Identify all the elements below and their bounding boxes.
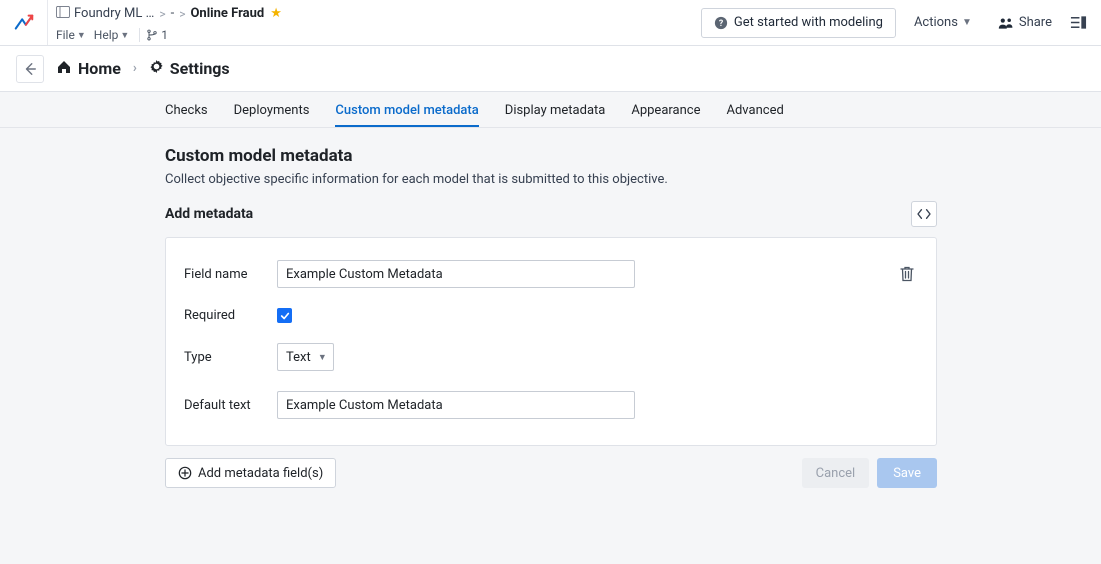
workspace-icon <box>56 6 70 22</box>
tab-checks[interactable]: Checks <box>165 103 208 127</box>
menu-file-label: File <box>56 28 75 42</box>
trash-icon <box>900 266 914 282</box>
home-icon <box>56 59 72 79</box>
add-metadata-title: Add metadata <box>165 206 253 222</box>
save-button[interactable]: Save <box>877 458 937 488</box>
tab-advanced[interactable]: Advanced <box>727 103 784 127</box>
type-label: Type <box>184 350 277 365</box>
delete-field-button[interactable] <box>896 263 918 285</box>
field-row-type: Type Text ▼ <box>184 343 918 371</box>
tab-custom-model-metadata[interactable]: Custom model metadata <box>335 103 478 127</box>
cancel-button[interactable]: Cancel <box>802 458 870 488</box>
app-bar-right: ? Get started with modeling Actions ▼ Sh… <box>695 0 1101 45</box>
share-button[interactable]: Share <box>990 8 1060 38</box>
footer-row: Add metadata field(s) Cancel Save <box>165 458 937 488</box>
page-title: Online Fraud <box>190 6 264 21</box>
share-icon <box>998 16 1014 30</box>
branch-count: 1 <box>161 28 168 42</box>
actions-button[interactable]: Actions ▼ <box>906 8 980 38</box>
star-icon[interactable]: ★ <box>270 6 282 21</box>
breadcrumb-settings: Settings <box>170 59 230 78</box>
app-logo-icon <box>13 12 35 34</box>
caret-down-icon: ▼ <box>120 30 129 41</box>
actions-label: Actions <box>914 15 958 30</box>
tab-deployments[interactable]: Deployments <box>234 103 310 127</box>
menu-help[interactable]: Help ▼ <box>94 28 130 42</box>
get-started-button[interactable]: ? Get started with modeling <box>701 8 896 38</box>
app-logo <box>0 0 48 45</box>
field-row-required: Required <box>184 308 918 323</box>
panel-toggle-button[interactable] <box>1070 14 1087 31</box>
field-name-label: Field name <box>184 267 277 282</box>
tab-display-metadata[interactable]: Display metadata <box>505 103 606 127</box>
gear-icon <box>149 59 164 78</box>
add-metadata-label: Add metadata field(s) <box>198 466 323 481</box>
content-area: Custom model metadata Collect objective … <box>0 128 1101 488</box>
workspace-name[interactable]: Foundry ML … <box>74 6 154 21</box>
breadcrumb-bar: Home › Settings <box>0 46 1101 92</box>
get-started-label: Get started with modeling <box>734 15 883 30</box>
required-checkbox[interactable] <box>277 308 292 323</box>
breadcrumb-dash: - <box>171 6 175 21</box>
app-bar-main: Foundry ML … > - > Online Fraud ★ File ▼… <box>48 0 695 45</box>
chevron-right-icon: › <box>133 61 137 76</box>
code-icon <box>917 208 931 220</box>
breadcrumb-sep-2: > <box>179 7 185 21</box>
section-title: Custom model metadata <box>165 146 1101 166</box>
panel-right-icon <box>1070 14 1087 31</box>
breadcrumb-sep: > <box>159 7 165 21</box>
branch-icon <box>146 29 158 41</box>
menu-help-label: Help <box>94 28 119 42</box>
caret-down-icon: ▼ <box>962 17 972 28</box>
default-text-label: Default text <box>184 398 277 413</box>
branch-indicator[interactable]: 1 <box>146 28 168 42</box>
field-name-input[interactable] <box>277 260 635 288</box>
type-value: Text <box>286 350 311 365</box>
breadcrumb: Home › Settings <box>56 59 230 79</box>
svg-text:?: ? <box>719 19 724 29</box>
check-icon <box>280 311 290 321</box>
arrow-left-icon <box>23 62 37 76</box>
caret-down-icon: ▼ <box>77 30 86 41</box>
field-row-name: Field name <box>184 260 918 288</box>
metadata-panel: Field name Required Type Text ▼ Default … <box>165 237 937 446</box>
back-button[interactable] <box>16 55 44 83</box>
plus-circle-icon <box>178 466 192 480</box>
app-bar-menu-row: File ▼ Help ▼ 1 <box>56 25 687 45</box>
share-label: Share <box>1019 15 1052 30</box>
field-row-default-text: Default text <box>184 391 918 419</box>
subsection-header: Add metadata <box>165 201 937 227</box>
app-bar: Foundry ML … > - > Online Fraud ★ File ▼… <box>0 0 1101 46</box>
menu-file[interactable]: File ▼ <box>56 28 86 42</box>
tab-appearance[interactable]: Appearance <box>631 103 700 127</box>
tabs-bar: Checks Deployments Custom model metadata… <box>0 92 1101 128</box>
type-select[interactable]: Text ▼ <box>277 343 334 371</box>
breadcrumb-home[interactable]: Home <box>78 59 121 78</box>
caret-down-icon: ▼ <box>318 352 327 363</box>
app-bar-title-row: Foundry ML … > - > Online Fraud ★ <box>56 2 687 25</box>
section-description: Collect objective specific information f… <box>165 172 1101 187</box>
default-text-input[interactable] <box>277 391 635 419</box>
divider <box>139 28 140 42</box>
help-circle-icon: ? <box>714 16 728 30</box>
add-metadata-button[interactable]: Add metadata field(s) <box>165 458 336 488</box>
code-view-toggle[interactable] <box>911 201 937 227</box>
required-label: Required <box>184 308 277 323</box>
